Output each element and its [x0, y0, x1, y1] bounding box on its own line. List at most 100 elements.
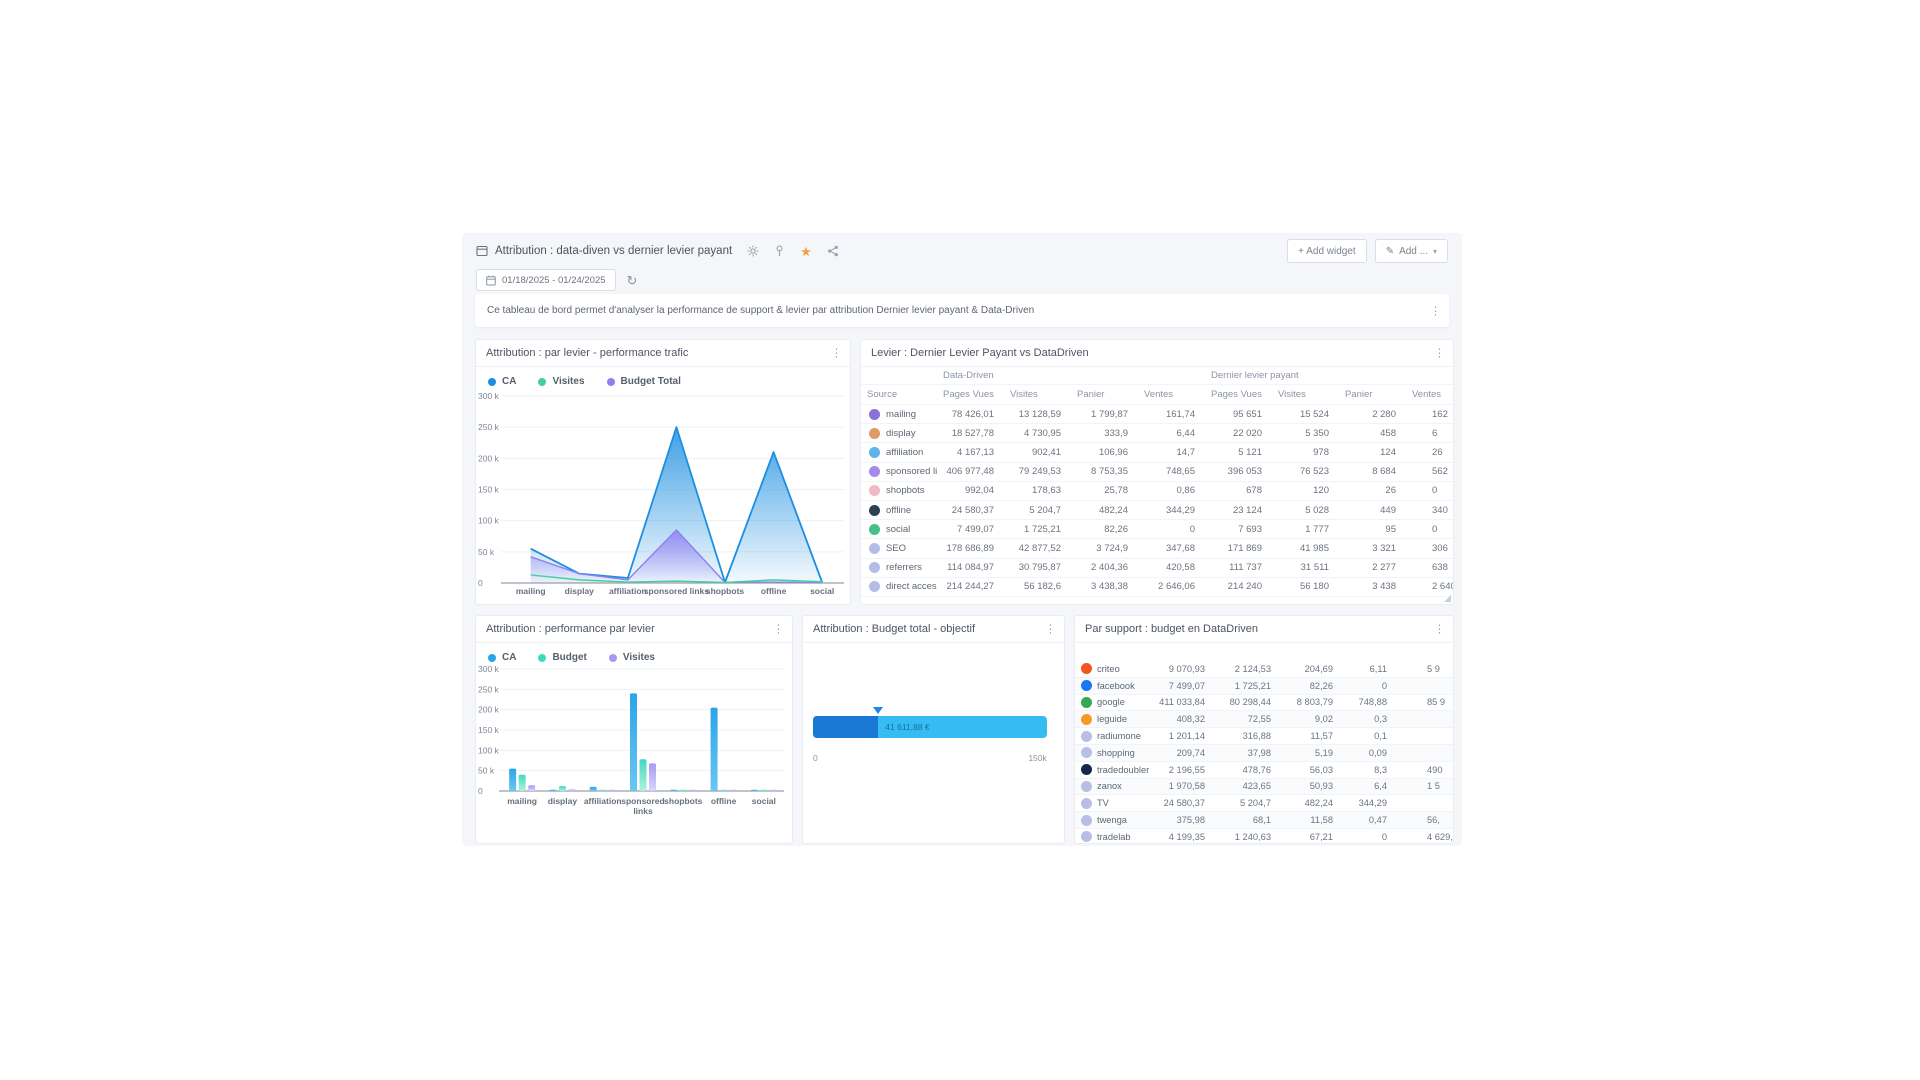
- source-label: referrers: [886, 562, 922, 573]
- panel-performance-kebab-icon[interactable]: ⋮: [773, 623, 784, 636]
- resize-handle[interactable]: [1444, 595, 1451, 602]
- source-label: direct access: [886, 581, 937, 592]
- table-cell: 0,47: [1341, 815, 1395, 825]
- panel-budget-bullet: Attribution : Budget total - objectif ⋮ …: [802, 615, 1065, 844]
- pin-icon[interactable]: [774, 245, 785, 257]
- table-cell: 406 977,48: [937, 466, 1004, 477]
- source-cell: mailing: [861, 409, 937, 420]
- svg-text:50 k: 50 k: [478, 766, 495, 776]
- svg-text:sponsored links: sponsored links: [644, 586, 709, 596]
- table-cell: 2 196,55: [1153, 765, 1213, 775]
- table-cell: 76 523: [1272, 466, 1339, 477]
- add-widget-button[interactable]: + Add widget: [1287, 239, 1367, 263]
- table-cell: 6,11: [1341, 664, 1395, 674]
- settings-gear-icon[interactable]: [747, 245, 759, 257]
- table-cell: 1 725,21: [1213, 681, 1279, 691]
- table-cell: 375,98: [1153, 815, 1213, 825]
- table-cell: 4 167,13: [937, 447, 1004, 458]
- panel-support-title: Par support : budget en DataDriven: [1075, 616, 1453, 643]
- table-cell: 8 684: [1339, 466, 1406, 477]
- table-cell: 490: [1395, 765, 1453, 775]
- svg-text:0: 0: [478, 786, 483, 796]
- svg-text:social: social: [810, 586, 834, 596]
- column-header: Pages Vues: [937, 389, 1004, 400]
- table-row: criteo9 070,932 124,53204,696,115 9: [1075, 661, 1453, 678]
- referrers-icon: [869, 562, 880, 573]
- share-icon[interactable]: [827, 245, 839, 257]
- svg-text:offline: offline: [711, 796, 737, 806]
- panel-trafic-kebab-icon[interactable]: ⋮: [831, 347, 842, 360]
- table-row: shopping209,7437,985,190,09: [1075, 745, 1453, 762]
- table-cell: 978: [1272, 447, 1339, 458]
- panel-levier-kebab-icon[interactable]: ⋮: [1434, 347, 1445, 360]
- table-cell: 6: [1406, 428, 1453, 439]
- source-cell: offline: [861, 505, 937, 516]
- legend-item-budget-total[interactable]: Budget Total: [607, 376, 681, 387]
- table-cell: 3 724,9: [1071, 543, 1138, 554]
- description-kebab-menu-icon[interactable]: ⋮: [1430, 304, 1441, 317]
- table-cell: 6,44: [1138, 428, 1205, 439]
- panel-support-kebab-icon[interactable]: ⋮: [1434, 623, 1445, 636]
- source-cell: tradelab: [1075, 831, 1153, 842]
- svg-text:250 k: 250 k: [478, 422, 500, 432]
- legend-item-ca[interactable]: CA: [488, 376, 516, 387]
- refresh-icon[interactable]: ↻: [627, 274, 638, 287]
- table-row: shopbots992,04178,6325,780,86678120260: [861, 482, 1453, 501]
- table-cell: 2 640: [1406, 581, 1453, 592]
- source-cell: facebook: [1075, 680, 1153, 691]
- column-header: Visites: [1004, 389, 1071, 400]
- table-cell: 5 204,7: [1004, 505, 1071, 516]
- bottom-panel-row: Attribution : performance par levier ⋮ C…: [475, 615, 1454, 844]
- bullet-value-bar: [813, 716, 878, 738]
- legend-item-visites[interactable]: Visites: [538, 376, 584, 387]
- levier-group-dernier-levier: Dernier levier payant: [1205, 370, 1453, 381]
- svg-text:mailing: mailing: [516, 586, 546, 596]
- support-table-body: criteo9 070,932 124,53204,696,115 9 faceb…: [1075, 661, 1453, 844]
- panel-budget-title: Attribution : Budget total - objectif: [803, 616, 1064, 643]
- svg-text:offline: offline: [761, 586, 787, 596]
- table-cell: 56,03: [1279, 765, 1341, 775]
- table-cell: 67,21: [1279, 832, 1341, 842]
- table-cell: 411 033,84: [1153, 697, 1213, 707]
- table-cell: 458: [1339, 428, 1406, 439]
- table-cell: 30 795,87: [1004, 562, 1071, 573]
- table-cell: 9 070,93: [1153, 664, 1213, 674]
- table-cell: 678: [1205, 485, 1272, 496]
- source-label: radiumone: [1097, 731, 1141, 741]
- add-menu-label: Add ...: [1399, 246, 1428, 257]
- mailing-icon: [869, 409, 880, 420]
- add-menu-button[interactable]: ✎ Add ... ▾: [1375, 239, 1448, 263]
- legend-item-budget[interactable]: Budget: [538, 652, 586, 663]
- google-icon: [1081, 697, 1092, 708]
- table-row: zanox1 970,58423,6550,936,41 5: [1075, 779, 1453, 796]
- svg-text:affiliation: affiliation: [609, 586, 647, 596]
- header-icons: ★: [732, 245, 839, 258]
- table-cell: 5,19: [1279, 748, 1341, 758]
- date-range-picker[interactable]: 01/18/2025 - 01/24/2025: [476, 269, 616, 291]
- panel-performance-title: Attribution : performance par levier: [476, 616, 792, 643]
- source-cell: zanox: [1075, 781, 1153, 792]
- support-header-spacer: [1075, 643, 1453, 661]
- top-panel-row: Attribution : par levier - performance t…: [475, 339, 1454, 605]
- table-cell: 85 9: [1395, 697, 1453, 707]
- table-cell: 306: [1406, 543, 1453, 554]
- table-cell: 22 020: [1205, 428, 1272, 439]
- svg-text:sponsoredlinks: sponsoredlinks: [621, 796, 664, 816]
- table-cell: 24 580,37: [1153, 798, 1213, 808]
- table-cell: 79 249,53: [1004, 466, 1071, 477]
- legend-dot-icon: [607, 378, 615, 386]
- source-cell: TV: [1075, 798, 1153, 809]
- legend-item-visites[interactable]: Visites: [609, 652, 655, 663]
- table-cell: 4 629,: [1395, 832, 1453, 842]
- bullet-target-marker-icon: [873, 707, 883, 714]
- favorite-star-icon[interactable]: ★: [800, 245, 812, 258]
- legend-item-ca[interactable]: CA: [488, 652, 516, 663]
- bullet-axis: 0 150k: [813, 753, 1047, 763]
- table-cell: 2 404,36: [1071, 562, 1138, 573]
- table-cell: 344,29: [1341, 798, 1395, 808]
- panel-budget-kebab-icon[interactable]: ⋮: [1045, 623, 1056, 636]
- table-cell: 18 527,78: [937, 428, 1004, 439]
- table-row: affiliation4 167,13902,41106,9614,75 121…: [861, 443, 1453, 462]
- table-cell: 638: [1406, 562, 1453, 573]
- source-label: mailing: [886, 409, 916, 420]
